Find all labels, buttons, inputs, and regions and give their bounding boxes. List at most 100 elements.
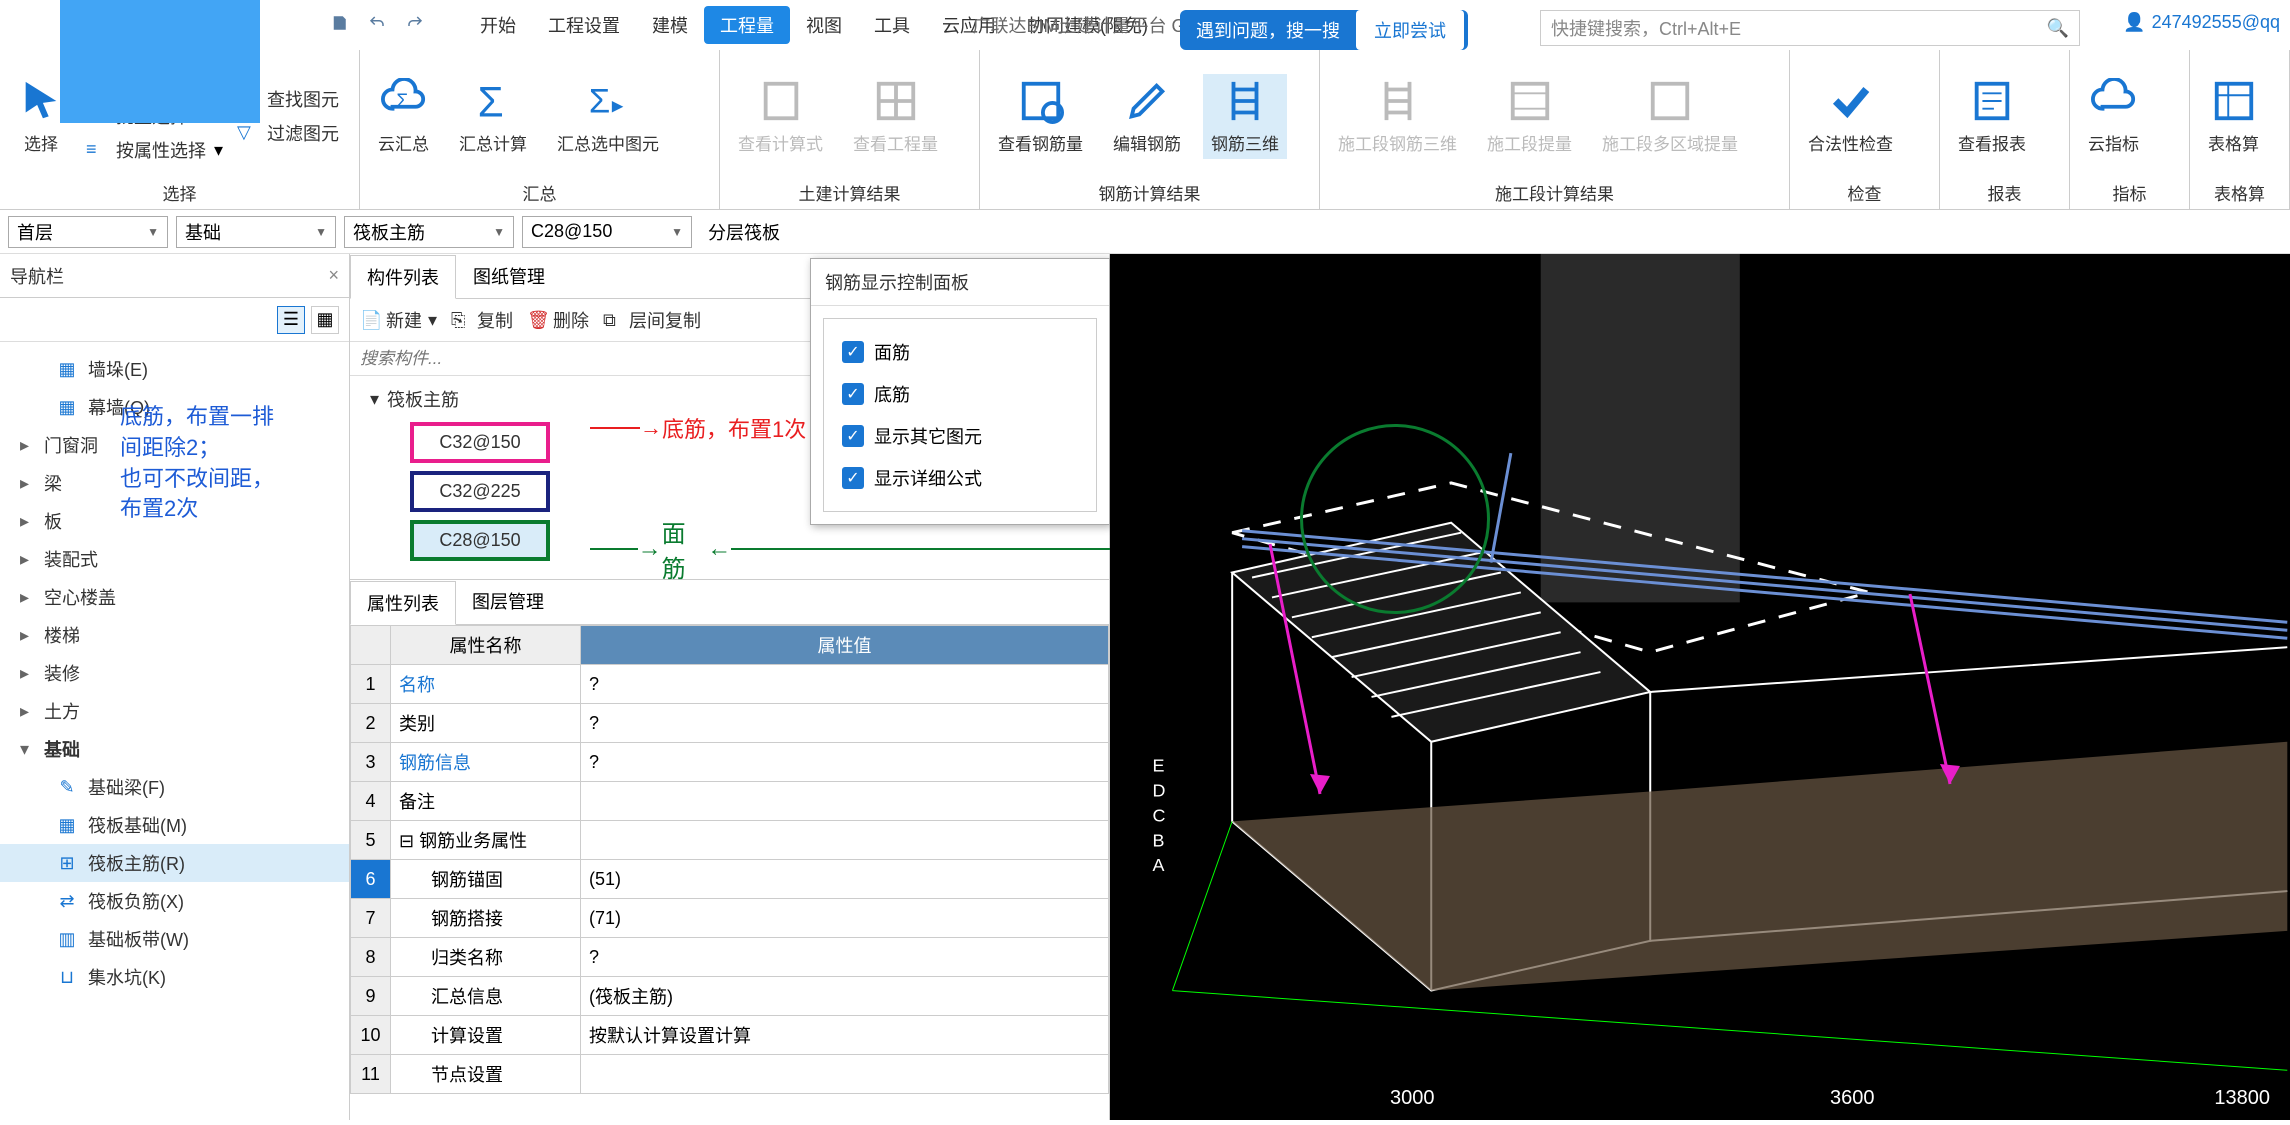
layer-copy-button[interactable]: ⧉层间复制 [603,307,701,333]
squares-icon: ▦ [56,814,78,836]
spec-selector[interactable]: C28@150▼ [522,216,692,248]
tab-view[interactable]: 视图 [790,6,858,44]
nav-cat-prefab[interactable]: ▸装配式 [0,540,349,578]
ribbon-group-report: 查看报表 报表 [1940,50,2070,209]
rebar-qty-button[interactable]: 查看钢筋量 [990,74,1091,159]
chk-top-rebar[interactable]: ✓面筋 [838,331,1082,373]
cloud-indicator-button[interactable]: 云指标 [2080,74,2147,159]
redo-icon[interactable] [406,14,424,37]
category-selector[interactable]: 基础▼ [176,216,336,248]
copy-icon: ⎘ [451,310,471,330]
tab-component-list[interactable]: 构件列表 [350,255,456,299]
group-label: 土建计算结果 [730,176,969,205]
list-view-icon[interactable]: ☰ [277,306,305,334]
property-tabs: 属性列表 图层管理 [350,580,1109,625]
help-text: 遇到问题，搜一搜 [1180,17,1356,43]
svg-text:D: D [1153,780,1166,800]
tab-start[interactable]: 开始 [464,6,532,44]
new-button[interactable]: 📄新建▾ [360,307,437,333]
tree-item-c28-150[interactable]: C28@150 [410,520,550,561]
tab-tools[interactable]: 工具 [858,6,926,44]
ribbon-group-rebar-result: 查看钢筋量 编辑钢筋 钢筋三维 钢筋计算结果 [980,50,1320,209]
new-icon: 📄 [360,310,380,330]
help-pill[interactable]: 遇到问题，搜一搜 立即尝试 [1180,10,1468,50]
dimension-label: 13800 [2214,1087,2270,1110]
chk-bottom-rebar[interactable]: ✓底筋 [838,373,1082,415]
nav-cat-stair[interactable]: ▸楼梯 [0,616,349,654]
tab-quantity[interactable]: 工程量 [704,6,790,44]
check-icon [1828,78,1874,124]
doc-icon [758,78,804,124]
legality-check-button[interactable]: 合法性检查 [1800,74,1901,159]
table-row: 9汇总信息(筏板主筋) [351,977,1109,1016]
pencil-icon: ✎ [56,776,78,798]
table-calc-button[interactable]: 表格算 [2200,74,2267,159]
tab-project-settings[interactable]: 工程设置 [532,6,636,44]
viewport-3d[interactable]: E D C B A 3000 3600 13800 [1110,254,2290,1120]
tab-drawing-mgmt[interactable]: 图纸管理 [456,254,562,298]
group-label: 报表 [1950,176,2059,205]
nav-cat-finish[interactable]: ▸装修 [0,654,349,692]
nav-sub-raftneg[interactable]: ⇄筏板负筋(X) [0,882,349,920]
table-row: 10计算设置按默认计算设置计算 [351,1016,1109,1055]
tree-item-c32-225[interactable]: C32@225 [410,471,550,512]
edit-rebar-button[interactable]: 编辑钢筋 [1105,74,1189,159]
close-icon[interactable]: × [328,265,339,286]
chk-detail-formula[interactable]: ✓显示详细公式 [838,457,1082,499]
user-account[interactable]: 👤 247492555@qq [2123,12,2280,33]
view-report-button[interactable]: 查看报表 [1950,74,2034,159]
copy-button[interactable]: ⎘复制 [451,307,513,333]
thumb-view-icon[interactable]: ▦ [311,306,339,334]
sum-selected-button[interactable]: Σ汇总选中图元 [549,74,667,159]
help-try-button[interactable]: 立即尝试 [1356,10,1464,50]
grid-icon [873,78,919,124]
svg-text:B: B [1153,830,1165,850]
nav-sub-stripfound[interactable]: ▥基础板带(W) [0,920,349,958]
property-grid[interactable]: 属性名称属性值 1名称? 2类别? 3钢筋信息? 4备注 5⊟ 钢筋业务属性 6… [350,625,1109,1120]
nav-cat-earth[interactable]: ▸土方 [0,692,349,730]
tab-model[interactable]: 建模 [636,6,704,44]
popup-title: 钢筋显示控制面板 [811,259,1109,306]
save-icon[interactable] [330,14,348,37]
arrows-icon: ⇄ [56,890,78,912]
nav-cat-foundation[interactable]: ▾基础 [0,730,349,768]
tab-property-list[interactable]: 属性列表 [350,581,456,625]
nav-sub-raftrebar[interactable]: ⊞筏板主筋(R) [0,844,349,882]
floor-selector[interactable]: 首层▼ [8,216,168,248]
topbar: 开始 工程设置 建模 工程量 视图 工具 云应用 协同建模(限免) 施工算量 广… [0,0,2290,50]
search-icon[interactable]: 🔍 [2047,18,2069,39]
user-avatar-icon: 👤 [2123,12,2145,33]
nav-cat-hollow[interactable]: ▸空心楼盖 [0,578,349,616]
search-placeholder: 快捷键搜索，Ctrl+Alt+E [1551,15,1741,41]
nav-sub-raft[interactable]: ▦筏板基础(M) [0,806,349,844]
rebar-3d-button[interactable]: 钢筋三维 [1203,74,1287,159]
sum-calc-button[interactable]: Σ汇总计算 [451,74,535,159]
group-label: 钢筋计算结果 [990,176,1309,205]
tree-item-c32-150[interactable]: C32@150 [410,422,550,463]
ribbon-group-check: 合法性检查 检查 [1790,50,1940,209]
checkbox-icon: ✓ [842,467,864,489]
view-algorithm-button: 查看计算式 [730,74,831,159]
component-selector[interactable]: 筏板主筋▼ [344,216,514,248]
sigma-icon: Σ [470,78,516,124]
undo-icon[interactable] [368,14,386,37]
dimension-label: 3600 [1830,1087,1875,1110]
grid-icon: ▦ [56,358,78,380]
nav-sub-foundbeam[interactable]: ✎基础梁(F) [0,768,349,806]
table-row: 7钢筋搭接(71) [351,899,1109,938]
quick-search[interactable]: 快捷键搜索，Ctrl+Alt+E 🔍 [1540,10,2080,46]
nav-tree: ▦墙垛(E) ▦幕墙(Q) ▸门窗洞 ▸梁 ▸板 ▸装配式 ▸空心楼盖 ▸楼梯 … [0,342,349,1120]
sigma-arrow-icon: Σ [585,78,631,124]
layer-selector[interactable]: 分层筏板 [700,216,810,248]
nav-sub-sump[interactable]: ⊔集水坑(K) [0,958,349,996]
delete-button[interactable]: 🗑删除 [527,307,589,333]
stage-qty-button: 施工段提量 [1479,74,1580,159]
hatch2-icon [1647,78,1693,124]
chk-other-elements[interactable]: ✓显示其它图元 [838,415,1082,457]
tab-layer-mgmt[interactable]: 图层管理 [456,580,560,624]
col-value: 属性值 [581,626,1109,665]
table-row: 11节点设置 [351,1055,1109,1094]
selector-bar: 首层▼ 基础▼ 筏板主筋▼ C28@150▼ 分层筏板 [0,210,2290,254]
group-label: 检查 [1800,176,1929,205]
nav-item-wallduo[interactable]: ▦墙垛(E) [0,350,349,388]
